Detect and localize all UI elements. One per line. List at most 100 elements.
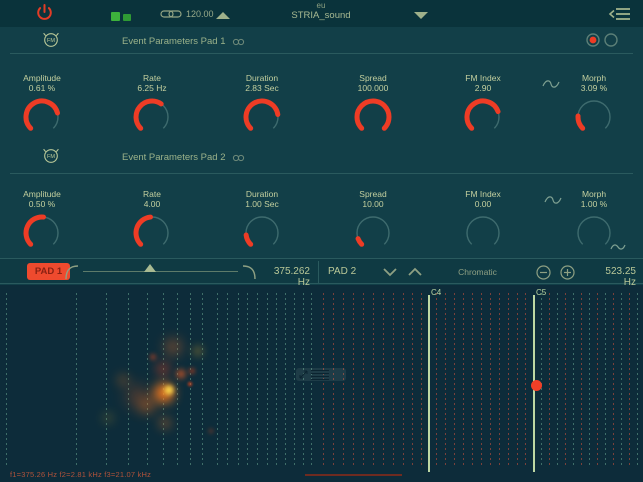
knob-label: Rate <box>143 73 161 83</box>
range-bracket-left[interactable] <box>63 263 80 281</box>
knob-label: Spread <box>359 189 387 199</box>
harmonic-gridline <box>613 293 614 468</box>
harmonic-gridline <box>6 293 7 468</box>
knob-pad1-amplitude[interactable]: Amplitude 0.61 % <box>0 73 87 139</box>
chain-link-icon[interactable] <box>160 9 182 19</box>
touch-trail-blob <box>188 367 196 375</box>
minus-button[interactable] <box>536 265 551 280</box>
waveform-zigzag-icon[interactable] <box>610 242 626 251</box>
harmonic-gridline <box>76 293 77 468</box>
touch-trail-blob <box>137 395 157 415</box>
scale-mode-selector[interactable]: Chromatic <box>440 267 515 277</box>
note-marker-line-C4 <box>428 295 430 472</box>
knob-pad2-fm-index[interactable]: FM Index 0.00 <box>438 189 528 255</box>
knob-value: 4.00 <box>143 199 161 209</box>
harmonic-gridline <box>421 293 422 468</box>
collapse-up-icon[interactable] <box>216 12 230 19</box>
harmonic-gridline <box>557 293 558 468</box>
knob-value: 0.00 <box>474 199 492 209</box>
pitch-slider-handle[interactable] <box>144 264 156 272</box>
knob-pad2-rate[interactable]: Rate 4.00 <box>107 189 197 255</box>
touch-trail-blob <box>208 428 214 434</box>
harmonic-gridline <box>621 293 622 468</box>
harmonic-gridline <box>573 293 574 468</box>
harmonic-gridline <box>227 293 228 468</box>
touch-point-dot <box>530 379 542 391</box>
harmonic-gridline <box>589 293 590 468</box>
power-icon[interactable] <box>36 4 53 21</box>
selection-line <box>305 474 402 476</box>
range-bracket-right[interactable] <box>241 263 258 281</box>
harmonic-gridline <box>393 293 394 468</box>
knob-pad1-fm-index[interactable]: FM Index 2.90 <box>438 73 528 139</box>
octave-down-icon[interactable] <box>382 267 398 277</box>
harmonic-gridline <box>363 293 364 468</box>
harmonic-gridline <box>238 293 239 468</box>
svg-text:FM: FM <box>47 38 55 44</box>
touch-surface[interactable]: C4 C5 f1=375.26 Hz f2=2.81 kHz f3=21.07 k… <box>0 285 643 482</box>
harmonic-gridline <box>629 293 630 468</box>
sine-wave-icon[interactable] <box>542 78 560 90</box>
knob-pad2-duration[interactable]: Duration 1.00 Sec <box>217 189 307 255</box>
pad2-header-title: Event Parameters Pad 2 <box>122 152 226 163</box>
harmonic-gridline <box>549 293 550 468</box>
harmonic-gridline <box>525 293 526 468</box>
grip-lines-icon <box>311 368 329 382</box>
octave-up-icon[interactable] <box>407 267 423 277</box>
tempo-value[interactable]: 120.00 <box>186 9 214 19</box>
harmonic-gridline <box>217 293 218 468</box>
top-toolbar: 120.00 eu STRIA_sound <box>0 0 643 27</box>
knob-label: Rate <box>143 189 161 199</box>
pad2-label: PAD 2 <box>328 266 357 277</box>
knob-label: Duration <box>245 73 279 83</box>
harmonic-gridline <box>565 293 566 468</box>
harmonic-gridline <box>383 293 384 468</box>
harmonic-gridline <box>490 293 491 468</box>
harmonic-gridline <box>147 293 148 468</box>
harmonic-gridline <box>403 293 404 468</box>
preset-dropdown-icon[interactable] <box>414 12 428 19</box>
knob-value: 2.83 Sec <box>245 83 279 93</box>
knob-label: Morph <box>581 189 607 199</box>
fm-badge-icon: FM <box>43 148 59 163</box>
harmonic-gridline <box>353 293 354 468</box>
preset-selector[interactable]: eu STRIA_sound <box>271 1 371 21</box>
radio-pad2[interactable] <box>604 33 618 47</box>
harmonic-gridline <box>463 293 464 468</box>
pad-view-radio-group <box>586 33 618 47</box>
harmonic-gridline <box>276 293 277 468</box>
radio-pad1[interactable] <box>586 33 600 47</box>
knob-pad1-morph[interactable]: Morph 3.09 % <box>549 73 639 139</box>
harmonic-gridline <box>597 293 598 468</box>
harmonic-gridline <box>247 293 248 468</box>
drag-handle[interactable] <box>296 368 346 381</box>
pitch-slider-track[interactable] <box>83 271 238 272</box>
pad1-link-icon[interactable] <box>232 38 245 46</box>
pad1-header-title: Event Parameters Pad 1 <box>122 36 226 47</box>
knob-pad2-spread[interactable]: Spread 10.00 <box>328 189 418 255</box>
knob-value: 0.61 % <box>28 83 56 93</box>
touch-trail-blob <box>149 353 157 361</box>
harmonic-gridline <box>106 293 107 468</box>
sine-wave-icon[interactable] <box>544 194 562 206</box>
knob-pad1-spread[interactable]: Spread 100.000 <box>328 73 418 139</box>
harmonic-gridline <box>436 293 437 468</box>
preset-list-icon[interactable] <box>608 6 632 22</box>
touch-trail-blob <box>163 384 175 396</box>
knob-value: 100.000 <box>357 83 389 93</box>
knob-pad2-amplitude[interactable]: Amplitude 0.50 % <box>0 189 87 255</box>
knob-pad1-duration[interactable]: Duration 2.83 Sec <box>217 73 307 139</box>
harmonic-gridline <box>517 293 518 468</box>
pad2-link-icon[interactable] <box>232 154 245 162</box>
harmonic-gridline <box>294 293 295 468</box>
harmonic-gridline <box>445 293 446 468</box>
harmonic-gridline <box>267 293 268 468</box>
touch-trail-blob <box>162 336 184 358</box>
harmonic-gridline <box>412 293 413 468</box>
harmonic-gridline <box>202 293 203 468</box>
knob-pad1-rate[interactable]: Rate 6.25 Hz <box>107 73 197 139</box>
harmonic-gridline <box>581 293 582 468</box>
touch-trail-blob <box>191 344 205 358</box>
plus-button[interactable] <box>560 265 575 280</box>
knob-value: 2.90 <box>474 83 492 93</box>
